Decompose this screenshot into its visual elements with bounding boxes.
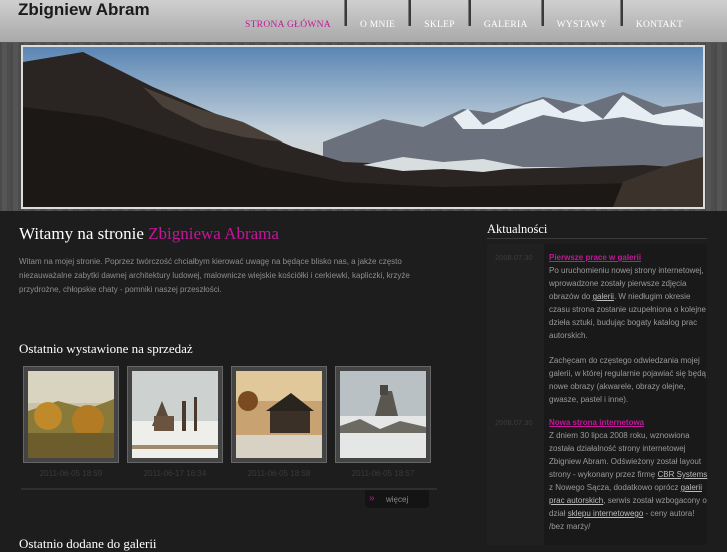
news-date: 2008.07.30 — [495, 418, 533, 427]
header: Zbigniew Abram STRONA GŁÓWNA O MNIE SKLE… — [0, 0, 727, 43]
more-button[interactable]: » więcej — [365, 490, 429, 508]
painting-castle-thumbnail — [340, 371, 426, 458]
nav-item-exhibitions[interactable]: WYSTAWY — [544, 0, 620, 42]
cbr-systems-link[interactable]: CBR Systems — [657, 470, 707, 479]
news-text-part: z Nowego Sącza, dodatkowo oprócz — [549, 483, 681, 492]
gallery-link[interactable]: galerii — [593, 292, 614, 301]
news-item: Nowa strona internetowa Z dniem 30 lipca… — [549, 416, 711, 533]
nav-item-contact[interactable]: KONTAKT — [623, 0, 696, 42]
news-date-column — [487, 244, 544, 545]
page-title-highlight: Zbigniewa Abrama — [148, 224, 279, 243]
news-title-link[interactable]: Pierwsze prace w galerii — [549, 251, 711, 264]
thumb-date: 2011-06-17 16:34 — [143, 469, 207, 478]
news-text: Z dniem 30 lipca 2008 roku, wznowiona zo… — [549, 429, 711, 533]
news-text: Zachęcam do częstego odwiedzania mojej g… — [549, 356, 706, 404]
painting-cottage-thumbnail — [236, 371, 322, 458]
recent-gallery-heading: Ostatnio dodane do galerii — [19, 536, 157, 551]
thumb-date: 2011-06-05 18:59 — [39, 469, 103, 478]
painting-autumn-thumbnail — [28, 371, 114, 458]
news-date: 2008.07.30 — [495, 253, 533, 262]
nav-item-about[interactable]: O MNIE — [347, 0, 408, 42]
news-divider — [487, 238, 707, 239]
shop-link[interactable]: sklepu internetowego — [568, 509, 644, 518]
news-heading: Aktualności — [487, 222, 548, 236]
site-title[interactable]: Zbigniew Abram — [18, 0, 150, 20]
thumb-date: 2011-06-05 18:57 — [351, 469, 415, 478]
main-nav: STRONA GŁÓWNA O MNIE SKLEP GALERIA WYSTA… — [232, 0, 696, 42]
news-title-link[interactable]: Nowa strona internetowa — [549, 416, 711, 429]
nav-item-gallery[interactable]: GALERIA — [471, 0, 541, 42]
sale-thumb[interactable] — [127, 366, 223, 463]
sale-thumb[interactable] — [23, 366, 119, 463]
news-text: Po uruchomieniu nowej strony internetowe… — [549, 264, 711, 342]
thumb-date: 2011-06-05 18:58 — [247, 469, 311, 478]
double-chevron-right-icon: » — [369, 493, 375, 504]
sale-thumb[interactable] — [231, 366, 327, 463]
nav-item-home[interactable]: STRONA GŁÓWNA — [232, 0, 344, 42]
page-title-prefix: Witamy na stronie — [19, 224, 149, 243]
mountain-banner-image — [21, 45, 705, 209]
intro-text: Witam na mojej stronie. Poprzez twórczoś… — [19, 257, 410, 294]
sale-section-heading: Ostatnio wystawione na sprzedaż — [19, 341, 193, 356]
page-title: Witamy na stronie Zbigniewa Abrama — [19, 224, 279, 244]
sale-thumb[interactable] — [335, 366, 431, 463]
nav-item-shop[interactable]: SKLEP — [411, 0, 468, 42]
more-button-label: więcej — [386, 495, 409, 504]
painting-winter-church-thumbnail — [132, 371, 218, 458]
news-item: Pierwsze prace w galerii Po uruchomieniu… — [549, 251, 711, 406]
